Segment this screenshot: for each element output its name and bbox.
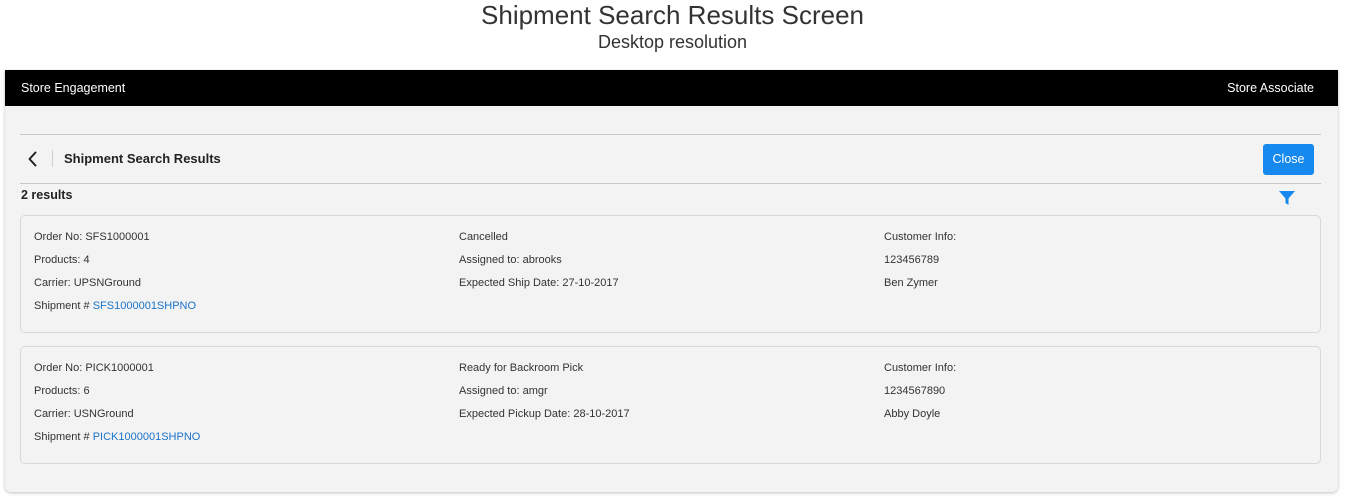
app-name[interactable]: Store Engagement — [21, 81, 125, 96]
result-count: 2 results — [21, 188, 73, 202]
shipment-number-link[interactable]: PICK1000001SHPNO — [93, 431, 201, 443]
app-window: Store Engagement Store Associate Shipmen… — [5, 70, 1338, 492]
carrier: Carrier: USNGround — [34, 408, 134, 420]
filter-icon — [1279, 191, 1295, 205]
close-button[interactable]: Close — [1263, 144, 1314, 175]
shipment-status: Cancelled — [459, 231, 508, 243]
customer-info-label: Customer Info: — [884, 362, 957, 374]
order-number: Order No: PICK1000001 — [34, 362, 154, 374]
filter-button[interactable] — [1278, 190, 1296, 206]
header-divider-top — [20, 134, 1321, 135]
top-navigation-bar: Store Engagement Store Associate — [5, 70, 1338, 106]
product-count: Products: 4 — [34, 254, 90, 266]
customer-name: Ben Zymer — [884, 277, 938, 289]
assigned-to: Assigned to: abrooks — [459, 254, 562, 266]
expected-date: Expected Ship Date: 27-10-2017 — [459, 277, 619, 289]
order-number: Order No: SFS1000001 — [34, 231, 150, 243]
carrier: Carrier: UPSNGround — [34, 277, 141, 289]
title-separator — [52, 150, 53, 167]
product-count: Products: 6 — [34, 385, 90, 397]
result-card[interactable]: Order No: SFS1000001 Products: 4 Carrier… — [20, 215, 1321, 333]
customer-info-label: Customer Info: — [884, 231, 957, 243]
user-role-menu[interactable]: Store Associate — [1227, 81, 1314, 96]
shipment-number-row: Shipment # PICK1000001SHPNO — [34, 430, 200, 444]
assigned-to: Assigned to: amgr — [459, 385, 548, 397]
shipment-status: Ready for Backroom Pick — [459, 362, 584, 374]
expected-date: Expected Pickup Date: 28-10-2017 — [459, 408, 630, 420]
result-card[interactable]: Order No: PICK1000001 Products: 6 Carrie… — [20, 346, 1321, 464]
page-title: Shipment Search Results — [64, 151, 221, 166]
header-divider-bottom — [20, 183, 1321, 184]
shipment-label: Shipment # — [34, 431, 90, 443]
back-button[interactable] — [23, 149, 43, 169]
shipment-label: Shipment # — [34, 300, 90, 312]
document-subtitle: Desktop resolution — [597, 32, 748, 52]
customer-phone: 1234567890 — [884, 385, 946, 397]
chevron-left-icon — [28, 151, 37, 167]
customer-name: Abby Doyle — [884, 408, 941, 420]
shipment-number-row: Shipment # SFS1000001SHPNO — [34, 299, 196, 313]
shipment-number-link[interactable]: SFS1000001SHPNO — [93, 300, 196, 312]
document-title: Shipment Search Results Screen — [481, 0, 864, 30]
customer-phone: 123456789 — [884, 254, 940, 266]
